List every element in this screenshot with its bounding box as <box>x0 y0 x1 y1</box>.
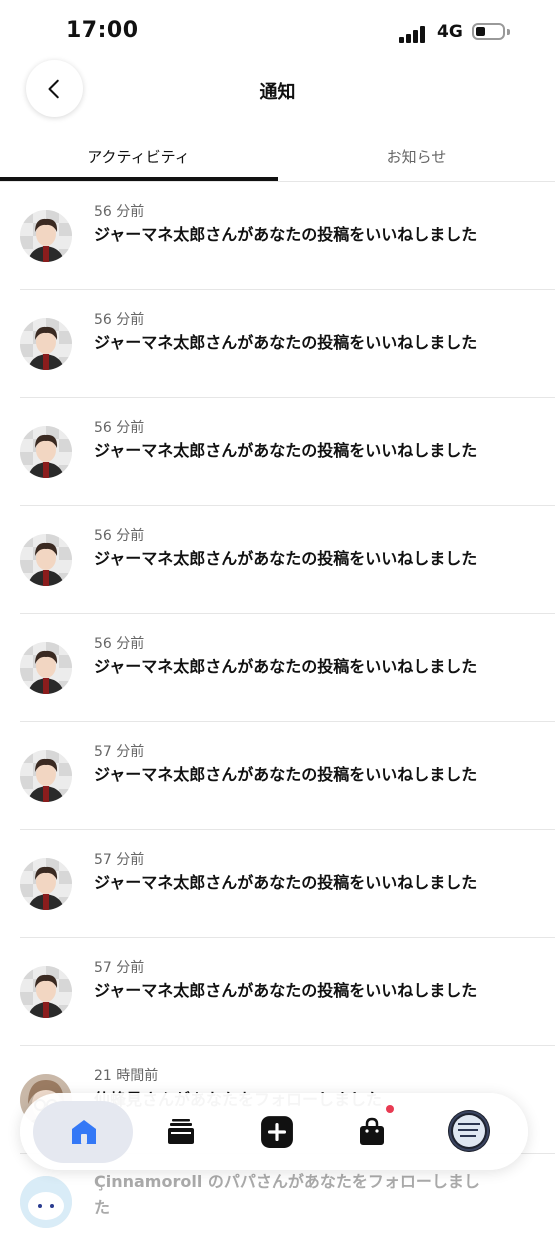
user-avatar[interactable] <box>20 318 72 370</box>
user-avatar[interactable] <box>20 642 72 694</box>
library-icon[interactable] <box>162 1113 200 1151</box>
notification-item[interactable]: 56 分前 ジャーマネ太郎さんがあなたの投稿をいいねしました <box>20 614 555 722</box>
notification-item[interactable]: 57 分前 ジャーマネ太郎さんがあなたの投稿をいいねしました <box>20 722 555 830</box>
notification-text: ジャーマネ太郎さんがあなたの投稿をいいねしました <box>94 657 478 676</box>
tab-activity[interactable]: アクティビティ <box>0 140 277 182</box>
notification-item[interactable]: 56 分前 ジャーマネ太郎さんがあなたの投稿をいいねしました <box>20 182 555 290</box>
notification-text: ジャーマネ太郎さんがあなたの投稿をいいねしました <box>94 873 478 892</box>
shop-icon[interactable] <box>353 1113 391 1151</box>
battery-icon <box>472 23 505 40</box>
notification-time: 56 分前 <box>94 204 145 220</box>
home-icon[interactable] <box>65 1113 103 1151</box>
user-avatar[interactable] <box>20 1176 72 1228</box>
notification-time: 56 分前 <box>94 528 145 544</box>
user-avatar[interactable] <box>20 210 72 262</box>
notification-text: ジャーマネ太郎さんがあなたの投稿をいいねしました <box>94 981 478 1000</box>
bottom-navigation <box>20 1093 528 1170</box>
notification-time: 57 分前 <box>94 744 145 760</box>
notification-text: ジャーマネ太郎さんがあなたの投稿をいいねしました <box>94 765 478 784</box>
user-avatar[interactable] <box>20 858 72 910</box>
status-time: 17:00 <box>66 18 139 43</box>
notification-item[interactable]: 56 分前 ジャーマネ太郎さんがあなたの投稿をいいねしました <box>20 290 555 398</box>
notification-text: ジャーマネ太郎さんがあなたの投稿をいいねしました <box>94 333 478 352</box>
notification-text: ジャーマネ太郎さんがあなたの投稿をいいねしました <box>94 441 478 460</box>
user-avatar[interactable] <box>20 534 72 586</box>
notification-time: 56 分前 <box>94 636 145 652</box>
notification-text: ジャーマネ太郎さんがあなたの投稿をいいねしました <box>94 549 478 568</box>
battery-tip <box>507 29 510 35</box>
notification-text: ジャーマネ太郎さんがあなたの投稿をいいねしました <box>94 225 478 244</box>
page-title: 通知 <box>259 82 296 103</box>
notification-item[interactable]: 57 分前 ジャーマネ太郎さんがあなたの投稿をいいねしました <box>20 938 555 1046</box>
notification-item[interactable]: 57 分前 ジャーマネ太郎さんがあなたの投稿をいいねしました <box>20 830 555 938</box>
notification-item[interactable]: 56 分前 ジャーマネ太郎さんがあなたの投稿をいいねしました <box>20 398 555 506</box>
user-avatar[interactable] <box>20 750 72 802</box>
network-type: 4G <box>437 22 463 42</box>
status-bar: 17:00 4G <box>0 0 555 64</box>
notification-time: 57 分前 <box>94 960 145 976</box>
user-avatar[interactable] <box>20 966 72 1018</box>
tab-news[interactable]: お知らせ <box>278 140 555 182</box>
user-avatar[interactable] <box>20 426 72 478</box>
notification-item[interactable]: 56 分前 ジャーマネ太郎さんがあなたの投稿をいいねしました <box>20 506 555 614</box>
notification-list: 56 分前 ジャーマネ太郎さんがあなたの投稿をいいねしました 56 分前 ジャー… <box>0 182 555 1234</box>
add-icon[interactable] <box>258 1113 296 1151</box>
notification-time: 21 時間前 <box>94 1068 159 1084</box>
shop-notification-badge <box>386 1105 394 1113</box>
notification-time: 56 分前 <box>94 420 145 436</box>
notification-time: 56 分前 <box>94 312 145 328</box>
signal-strength-icon <box>399 25 429 43</box>
profile-avatar[interactable] <box>448 1110 490 1152</box>
notification-text: Çinnamoroll のパパさんがあなたをフォローしました <box>94 1172 480 1217</box>
notification-time: 57 分前 <box>94 852 145 868</box>
